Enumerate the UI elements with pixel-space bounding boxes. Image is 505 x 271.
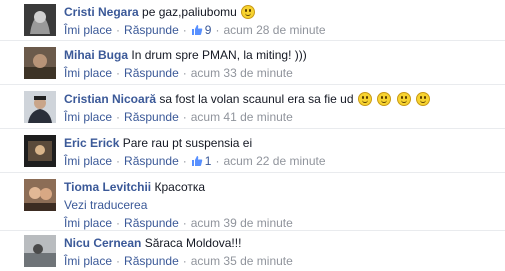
avatar[interactable] bbox=[24, 235, 56, 267]
separator: · bbox=[116, 66, 121, 80]
separator: · bbox=[182, 66, 187, 80]
reply-link[interactable]: Răspunde bbox=[124, 254, 179, 268]
smiley-icon bbox=[415, 92, 430, 106]
comment-item: Mihai Buga In drum spre PMAN, la miting!… bbox=[0, 41, 505, 85]
separator: · bbox=[182, 254, 187, 268]
comment-text: Săraca Moldova!!! bbox=[144, 236, 242, 250]
reply-link[interactable]: Răspunde bbox=[124, 66, 179, 80]
like-link[interactable]: Îmi place bbox=[64, 254, 112, 268]
smiley-icon bbox=[241, 5, 256, 19]
timestamp[interactable]: acum 39 de minute bbox=[191, 216, 293, 230]
timestamp[interactable]: acum 22 de minute bbox=[223, 154, 325, 168]
avatar[interactable] bbox=[24, 135, 56, 167]
see-translation-link[interactable]: Vezi traducerea bbox=[64, 197, 501, 213]
comment-author[interactable]: Cristian Nicoară bbox=[64, 92, 156, 106]
comment-author[interactable]: Mihai Buga bbox=[64, 48, 128, 62]
smiley-icon bbox=[357, 92, 372, 106]
smiley-icon bbox=[377, 92, 392, 106]
separator: · bbox=[116, 216, 121, 230]
reply-link[interactable]: Răspunde bbox=[124, 110, 179, 124]
like-count[interactable]: 1 bbox=[191, 154, 211, 168]
reply-link[interactable]: Răspunde bbox=[124, 23, 179, 37]
comment-list: Cristi Negara pe gaz,paliubomu Îmi place… bbox=[0, 0, 505, 271]
timestamp[interactable]: acum 41 de minute bbox=[191, 110, 293, 124]
comment-item: Cristi Negara pe gaz,paliubomu Îmi place… bbox=[0, 0, 505, 41]
comment-text: pe gaz,paliubomu bbox=[142, 5, 237, 19]
comment-author[interactable]: Tioma Levitchii bbox=[64, 180, 151, 194]
like-link[interactable]: Îmi place bbox=[64, 23, 112, 37]
separator: · bbox=[116, 154, 121, 168]
smiley-icon bbox=[396, 92, 411, 106]
like-link[interactable]: Îmi place bbox=[64, 66, 112, 80]
timestamp[interactable]: acum 35 de minute bbox=[191, 254, 293, 268]
separator: · bbox=[182, 23, 187, 37]
separator: · bbox=[116, 110, 121, 124]
separator: · bbox=[182, 154, 187, 168]
thumbs-up-icon bbox=[191, 156, 203, 166]
comment-author[interactable]: Nicu Cernean bbox=[64, 236, 141, 250]
avatar[interactable] bbox=[24, 47, 56, 79]
timestamp[interactable]: acum 33 de minute bbox=[191, 66, 293, 80]
avatar[interactable] bbox=[24, 91, 56, 123]
comment-author[interactable]: Eric Erick bbox=[64, 136, 119, 150]
like-link[interactable]: Îmi place bbox=[64, 216, 112, 230]
comment-author[interactable]: Cristi Negara bbox=[64, 5, 139, 19]
separator: · bbox=[116, 254, 121, 268]
separator: · bbox=[116, 23, 121, 37]
separator: · bbox=[215, 23, 220, 37]
separator: · bbox=[215, 154, 220, 168]
avatar[interactable] bbox=[24, 4, 56, 36]
thumbs-up-icon bbox=[191, 25, 203, 35]
separator: · bbox=[182, 216, 187, 230]
like-link[interactable]: Îmi place bbox=[64, 110, 112, 124]
reply-link[interactable]: Răspunde bbox=[124, 154, 179, 168]
timestamp[interactable]: acum 28 de minute bbox=[223, 23, 325, 37]
comment-item: Eric Erick Pare rau pt suspensia ei Îmi … bbox=[0, 129, 505, 173]
comment-item: Nicu Cernean Săraca Moldova!!! Îmi place… bbox=[0, 231, 505, 271]
separator: · bbox=[182, 110, 187, 124]
avatar[interactable] bbox=[24, 179, 56, 211]
reply-link[interactable]: Răspunde bbox=[124, 216, 179, 230]
comment-text: Pare rau pt suspensia ei bbox=[122, 136, 253, 150]
like-link[interactable]: Îmi place bbox=[64, 154, 112, 168]
comment-text: sa fost la volan scaunul era sa fie ud bbox=[159, 92, 354, 106]
comment-item: Cristian Nicoară sa fost la volan scaunu… bbox=[0, 85, 505, 129]
like-count[interactable]: 9 bbox=[191, 23, 211, 37]
comment-text: Красотка bbox=[154, 180, 206, 194]
comment-text: In drum spre PMAN, la miting! ))) bbox=[131, 48, 307, 62]
comment-item: Tioma Levitchii Красотка Vezi traducerea… bbox=[0, 173, 505, 231]
